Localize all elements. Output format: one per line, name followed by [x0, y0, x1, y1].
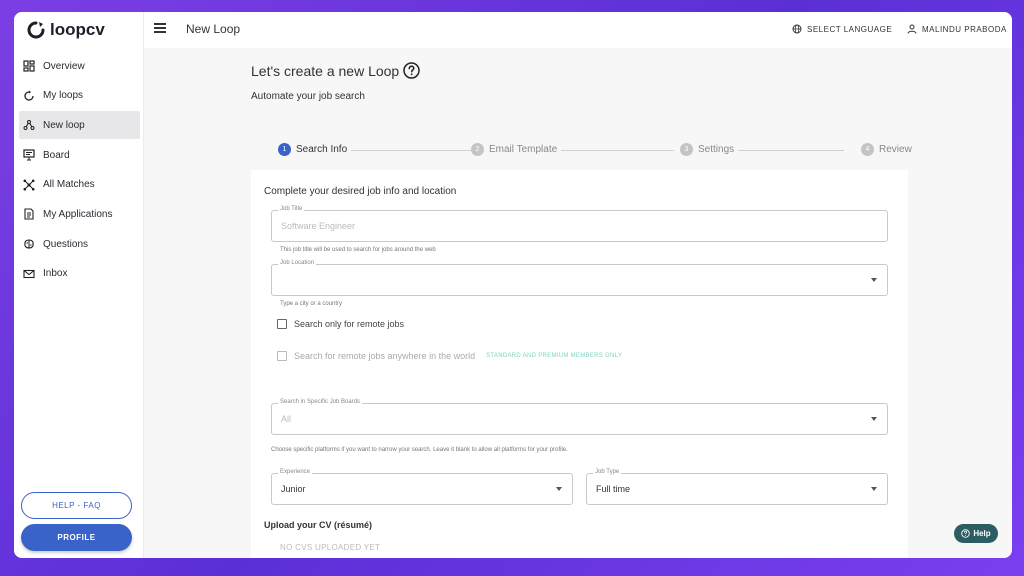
sidebar-item-label: Board [43, 149, 70, 161]
job-type-label: Job Type [593, 469, 622, 475]
help-widget-button[interactable]: Help [954, 524, 998, 543]
experience-label: Experience [278, 469, 313, 475]
page-subtitle: Automate your job search [251, 91, 365, 102]
step-settings[interactable]: 3 Settings [680, 143, 739, 156]
step-review[interactable]: 4 Review [861, 143, 916, 156]
user-menu[interactable]: MALINDU PRABODA [907, 24, 1007, 34]
step-number: 1 [278, 143, 291, 156]
top-bar: New Loop SELECT LANGUAGE MALINDU PRABODA [144, 12, 1012, 48]
document-icon [24, 208, 34, 220]
sidebar-item-label: My loops [43, 90, 84, 102]
job-title-input[interactable]: Job Title Software Engineer [271, 206, 888, 242]
step-label: Review [879, 144, 912, 155]
user-name: MALINDU PRABODA [922, 24, 1007, 34]
search-info-form: Complete your desired job info and locat… [251, 170, 908, 558]
page-title: Let's create a new Loop [251, 62, 420, 79]
upload-cv-title: Upload your CV (résumé) [264, 520, 373, 530]
sidebar-item-board[interactable]: Board [19, 141, 140, 169]
sidebar-item-label: Questions [43, 238, 89, 250]
chevron-down-icon [871, 487, 877, 491]
help-faq-button[interactable]: HELP - FAQ [21, 492, 132, 519]
job-type-value: Full time [596, 484, 631, 494]
job-type-select[interactable]: Job Type Full time [586, 469, 888, 505]
sidebar-item-overview[interactable]: Overview [19, 52, 140, 80]
logo-text: loopcv [50, 20, 105, 39]
job-boards-label: Search in Specific Job Boards [278, 399, 363, 405]
stepper: 1 Search Info 2 Email Template 3 Setting… [264, 143, 916, 157]
sidebar-item-label: New loop [43, 119, 85, 131]
question-help-icon[interactable] [403, 62, 420, 79]
board-icon [23, 149, 35, 161]
chevron-down-icon [871, 278, 877, 282]
step-number: 3 [680, 143, 693, 156]
no-cv-text: NO CVS UPLOADED YET [280, 543, 381, 552]
page-title-text: Let's create a new Loop [251, 62, 400, 79]
sidebar-item-label: Inbox [43, 268, 68, 280]
sidebar-item-questions[interactable]: Questions [19, 230, 140, 258]
remote-only-checkbox[interactable]: Search only for remote jobs [277, 319, 404, 329]
logo[interactable]: loopcv [26, 18, 105, 42]
network-icon [23, 179, 35, 191]
step-number: 2 [471, 143, 484, 156]
experience-select[interactable]: Experience Junior [271, 469, 573, 505]
sidebar-item-inbox[interactable]: Inbox [19, 260, 140, 288]
loopcv-logo-icon [27, 21, 45, 39]
sidebar-item-my-loops[interactable]: My loops [19, 82, 140, 110]
job-boards-select[interactable]: Search in Specific Job Boards All [271, 399, 888, 435]
select-language-label: SELECT LANGUAGE [807, 24, 893, 34]
brain-icon [24, 239, 34, 249]
sidebar-item-label: My Applications [43, 208, 113, 220]
stepper-connector [554, 150, 674, 151]
sidebar-nav: Overview My loops New loop Board All Mat… [19, 52, 140, 290]
step-search-info[interactable]: 1 Search Info [278, 143, 352, 156]
remote-anywhere-label: Search for remote jobs anywhere in the w… [294, 351, 476, 361]
question-icon [961, 529, 971, 538]
checkbox-box[interactable] [277, 319, 287, 329]
step-label: Search Info [296, 144, 348, 155]
step-number: 4 [861, 143, 874, 156]
checkbox-box[interactable] [277, 351, 287, 361]
sidebar: loopcv Overview My loops New loop Board … [14, 12, 144, 558]
globe-icon [792, 24, 802, 34]
sidebar-item-my-applications[interactable]: My Applications [19, 200, 140, 228]
stepper-connector [734, 150, 844, 151]
user-icon [907, 24, 917, 34]
remote-only-label: Search only for remote jobs [294, 319, 405, 329]
step-label: Settings [698, 144, 735, 155]
remote-anywhere-checkbox[interactable]: Search for remote jobs anywhere in the w… [277, 351, 622, 361]
help-widget-label: Help [973, 529, 991, 538]
profile-button[interactable]: PROFILE [21, 524, 132, 551]
chevron-down-icon [871, 417, 877, 421]
job-boards-helper: Choose specific platforms if you want to… [271, 447, 568, 453]
sidebar-item-new-loop[interactable]: New loop [19, 111, 140, 140]
job-location-select[interactable]: Job Location [271, 260, 888, 296]
job-boards-value: All [281, 414, 292, 424]
page-header-title: New Loop [186, 22, 241, 36]
stepper-connector [334, 150, 474, 151]
step-email-template[interactable]: 2 Email Template [471, 143, 562, 156]
step-label: Email Template [489, 144, 558, 155]
select-language-button[interactable]: SELECT LANGUAGE [792, 24, 892, 34]
experience-value: Junior [281, 484, 306, 494]
menu-icon[interactable] [154, 23, 166, 35]
sidebar-item-all-matches[interactable]: All Matches [19, 171, 140, 199]
dashboard-icon [23, 60, 35, 72]
job-title-label: Job Title [278, 206, 305, 212]
nodes-icon [23, 120, 35, 131]
sidebar-item-label: Overview [43, 60, 85, 72]
sidebar-item-label: All Matches [43, 179, 95, 191]
job-title-helper: This job title will be used to search fo… [280, 247, 436, 253]
form-heading: Complete your desired job info and locat… [264, 186, 457, 197]
loop-icon [24, 90, 34, 101]
job-location-label: Job Location [278, 260, 317, 266]
mail-icon [23, 269, 35, 278]
job-location-helper: Type a city or a country [280, 301, 343, 307]
premium-badge: STANDARD AND PREMIUM MEMBERS ONLY [486, 353, 623, 359]
chevron-down-icon [556, 487, 562, 491]
app-window: loopcv Overview My loops New loop Board … [14, 12, 1012, 558]
job-title-placeholder: Software Engineer [281, 221, 356, 231]
main-content: Let's create a new Loop Automate your jo… [144, 48, 1012, 558]
